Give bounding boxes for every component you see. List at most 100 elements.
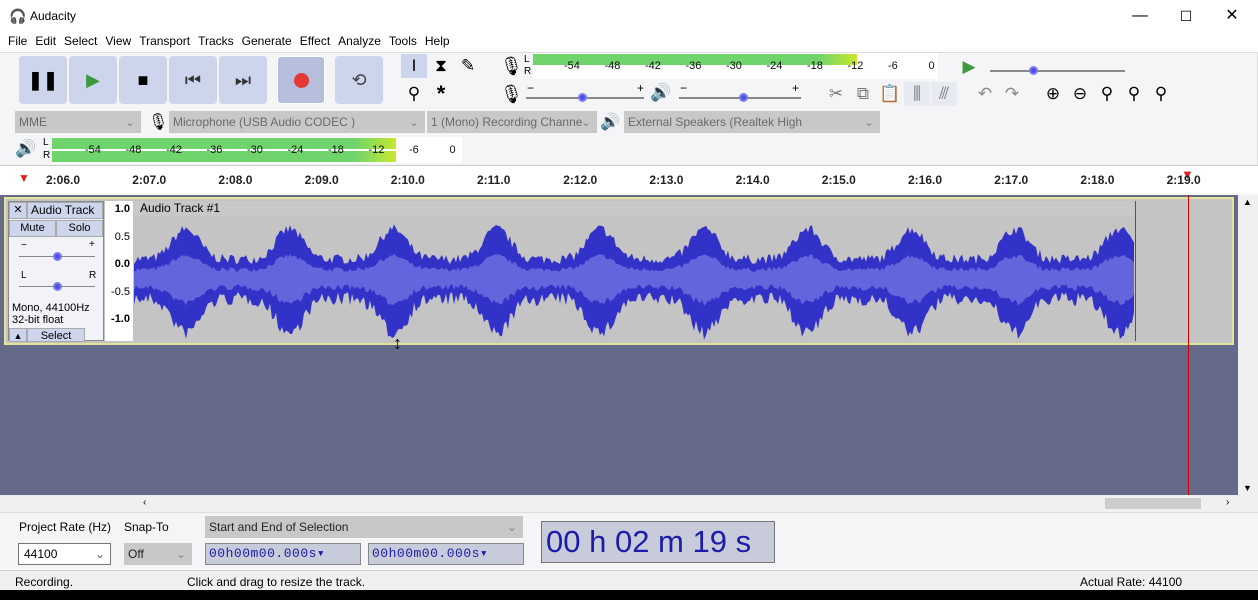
fit-selection-button[interactable]: ⚲: [1094, 82, 1120, 106]
pause-button[interactable]: ❚❚: [19, 56, 67, 104]
recording-meter[interactable]: -54 -48 -42 -36 -30 -24 -18 -12 -6 0: [533, 53, 938, 79]
audio-host-select[interactable]: MME ⌄: [15, 111, 141, 133]
microphone-icon[interactable]: 🎙: [500, 56, 523, 77]
slider-knob[interactable]: [1029, 66, 1038, 75]
audacity-logo-icon: 🎧: [9, 8, 27, 24]
close-icon: ✕: [13, 204, 23, 216]
menu-tools[interactable]: Tools: [385, 32, 421, 48]
menu-analyze[interactable]: Analyze: [334, 32, 385, 48]
draw-tool-button[interactable]: ✎: [455, 54, 481, 78]
project-rate-value: 44100: [24, 547, 58, 561]
recording-channels-select[interactable]: 1 (Mono) Recording Channe ⌄: [427, 111, 597, 133]
status-bar: Recording. Click and drag to resize the …: [0, 570, 1258, 590]
stop-button[interactable]: ■: [119, 56, 167, 104]
zoom-toggle-button[interactable]: ⚲: [1148, 82, 1174, 106]
amplitude-scale-label: -1.0: [111, 313, 130, 325]
amplitude-scale-label: -0.5: [111, 285, 130, 298]
recording-device-value: Microphone (USB Audio CODEC ): [173, 115, 356, 129]
waveform[interactable]: [134, 216, 1135, 341]
play-icon: ▶: [86, 69, 100, 90]
meter-tick-label: -18: [328, 144, 344, 156]
zoom-in-button[interactable]: ⊕: [1040, 82, 1066, 106]
skip-start-icon: ⏮: [184, 69, 202, 90]
gain-slider[interactable]: [19, 252, 95, 261]
selection-end-time[interactable]: 00h00m00.000s▾: [368, 543, 524, 565]
track-menu-button[interactable]: Audio Track ▼: [27, 202, 103, 232]
horizontal-scrollbar[interactable]: ‹ ›: [0, 495, 1258, 512]
play-head-triangle-icon[interactable]: ▼: [18, 171, 30, 185]
track-close-button[interactable]: ✕: [9, 202, 27, 219]
meter-tick-label: -48: [125, 144, 142, 156]
playback-meter[interactable]: -54 -48 -42 -36 -30 -24 -18 -12 -6 0: [52, 137, 462, 163]
playback-volume-slider[interactable]: [679, 93, 801, 102]
select-track-button[interactable]: Select: [27, 328, 85, 342]
selection-start-time[interactable]: 00h00m00.000s▾: [205, 543, 361, 565]
zoom-out-icon: ⊖: [1072, 84, 1088, 103]
timeline-ruler[interactable]: ▼ ▼ 2:06.0 2:07.0 2:08.0 2:09.0 2:10.0 2:11.0…: [0, 165, 1258, 193]
meter-tick-label: 0: [928, 60, 935, 72]
silence-button[interactable]: ⫻: [931, 82, 957, 106]
menu-edit[interactable]: Edit: [31, 32, 60, 48]
timeline-label: 2:18.0: [1080, 173, 1115, 187]
minus-label: −: [527, 81, 535, 95]
menu-file[interactable]: File: [4, 32, 31, 48]
speaker-icon[interactable]: 🔊: [15, 139, 36, 159]
track-area[interactable]: ✕ Audio Track ▼ Mute Solo − + L R Mono, …: [0, 195, 1238, 495]
playback-device-select[interactable]: External Speakers (Realtek High ⌄: [624, 111, 880, 133]
audio-position-display[interactable]: 00 h 02 m 19 s: [541, 521, 775, 563]
mute-button[interactable]: Mute: [9, 220, 56, 237]
maximize-button[interactable]: ☐: [1163, 0, 1209, 32]
undo-button[interactable]: ↶: [972, 82, 998, 106]
menu-select[interactable]: Select: [60, 32, 101, 48]
play-speed-slider[interactable]: [990, 66, 1125, 75]
audio-position-value: 00 h 02 m 19 s: [546, 524, 752, 559]
loop-button[interactable]: ⟲: [335, 56, 383, 104]
paste-button[interactable]: 📋: [877, 82, 903, 106]
trim-icon: ⫼: [913, 84, 921, 103]
timeline-label: 2:17.0: [994, 173, 1029, 187]
redo-button[interactable]: ↷: [999, 82, 1025, 106]
slider-knob[interactable]: [53, 282, 62, 291]
project-rate-select[interactable]: 44100 ⌄: [18, 543, 111, 565]
pan-slider[interactable]: [19, 282, 95, 291]
recording-volume-slider[interactable]: [526, 93, 644, 102]
slider-knob[interactable]: [578, 93, 587, 102]
timeline-label: 2:13.0: [649, 173, 684, 187]
scrollbar-thumb[interactable]: [1105, 498, 1201, 509]
selection-mode-select[interactable]: Start and End of Selection ⌄: [205, 516, 523, 538]
meter-tick-label: -6: [409, 144, 419, 156]
record-button[interactable]: [277, 56, 325, 104]
cut-button[interactable]: ✂: [823, 82, 849, 106]
zoom-tool-button[interactable]: ⚲: [401, 82, 427, 106]
fit-project-button[interactable]: ⚲: [1121, 82, 1147, 106]
silence-icon: ⫻: [938, 84, 950, 103]
solo-button[interactable]: Solo: [56, 220, 103, 237]
meter-tick-label: -36: [206, 144, 223, 156]
menu-effect[interactable]: Effect: [296, 32, 334, 48]
skip-to-end-button[interactable]: ⏭: [219, 56, 267, 104]
audio-track[interactable]: ✕ Audio Track ▼ Mute Solo − + L R Mono, …: [4, 197, 1234, 345]
skip-to-start-button[interactable]: ⏮: [169, 56, 217, 104]
multi-tool-button[interactable]: *: [428, 81, 454, 106]
menu-view[interactable]: View: [101, 32, 135, 48]
collapse-track-button[interactable]: ▲: [9, 328, 27, 342]
menu-transport[interactable]: Transport: [135, 32, 194, 48]
menu-help[interactable]: Help: [421, 32, 454, 48]
copy-button[interactable]: ⧉: [850, 82, 876, 106]
menu-tracks[interactable]: Tracks: [194, 32, 238, 48]
recording-device-select[interactable]: Microphone (USB Audio CODEC ) ⌄: [169, 111, 425, 133]
play-button[interactable]: ▶: [69, 56, 117, 104]
snap-to-select[interactable]: Off ⌄: [124, 543, 192, 565]
slider-knob[interactable]: [53, 252, 62, 261]
menu-generate[interactable]: Generate: [238, 32, 296, 48]
clip-title-bar[interactable]: Audio Track #1: [134, 201, 1135, 216]
slider-knob[interactable]: [739, 93, 748, 102]
envelope-tool-button[interactable]: ⧗: [428, 54, 454, 78]
play-at-speed-button[interactable]: ▶: [956, 55, 982, 79]
vertical-scrollbar[interactable]: ▲ ▼: [1238, 195, 1258, 495]
minimize-button[interactable]: —: [1117, 0, 1163, 32]
trim-button[interactable]: ⫼: [904, 82, 930, 106]
selection-tool-button[interactable]: I: [401, 54, 427, 78]
close-button[interactable]: ✕: [1209, 0, 1255, 32]
zoom-out-button[interactable]: ⊖: [1067, 82, 1093, 106]
